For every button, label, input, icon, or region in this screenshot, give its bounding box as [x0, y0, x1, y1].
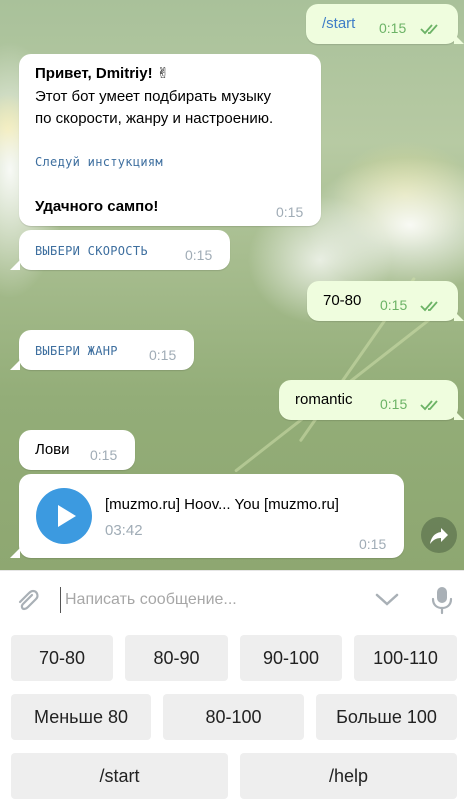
- message-input[interactable]: [60, 587, 360, 613]
- keyboard-button-100-110[interactable]: 100-110: [354, 635, 457, 681]
- message-time: 0:15: [90, 447, 118, 463]
- instruction-text: Следуй инстукциям: [35, 155, 163, 169]
- play-icon: [58, 505, 76, 527]
- message-time: 0:15: [380, 396, 408, 412]
- message-text: ВЫБЕРИ ЖАНР: [35, 344, 118, 358]
- message-text: romantic: [295, 391, 353, 408]
- message-input-bar: [0, 570, 464, 628]
- incoming-message[interactable]: Привет, Dmitriy! ✌ Этот бот умеет подбир…: [19, 54, 321, 226]
- greeting-text: Привет, Dmitriy! ✌: [35, 65, 170, 82]
- keyboard-button-80-100[interactable]: 80-100: [163, 694, 304, 740]
- chevron-down-icon[interactable]: [374, 591, 400, 609]
- message-text: Этот бот умеет подбирать музыку: [35, 88, 271, 105]
- chat-area[interactable]: /start 0:15 Привет, Dmitriy! ✌ Этот бот …: [0, 0, 464, 570]
- bubble-tail: [10, 260, 20, 270]
- keyboard-button-70-80[interactable]: 70-80: [11, 635, 113, 681]
- keyboard-button-80-90[interactable]: 80-90: [125, 635, 228, 681]
- incoming-message[interactable]: ВЫБЕРИ ЖАНР 0:15: [19, 330, 194, 370]
- double-check-icon: [420, 24, 438, 35]
- keyboard-button-start[interactable]: /start: [11, 753, 228, 799]
- message-text: 70-80: [323, 292, 362, 309]
- outgoing-message[interactable]: 70-80 0:15: [307, 281, 458, 321]
- reply-keyboard: 70-80 80-90 90-100 100-110 Меньше 80 80-…: [0, 628, 464, 807]
- play-button[interactable]: [36, 488, 92, 544]
- message-time: 0:15: [276, 204, 304, 220]
- bubble-tail: [454, 311, 464, 321]
- double-check-icon: [420, 400, 438, 411]
- outgoing-message[interactable]: romantic 0:15: [279, 380, 458, 420]
- share-button[interactable]: [421, 517, 457, 553]
- message-time: 0:15: [379, 20, 407, 36]
- keyboard-button-more-100[interactable]: Больше 100: [316, 694, 457, 740]
- microphone-icon[interactable]: [430, 585, 454, 615]
- outgoing-message[interactable]: /start 0:15: [306, 4, 458, 44]
- message-time: 0:15: [380, 297, 408, 313]
- audio-duration: 03:42: [105, 522, 143, 539]
- paperclip-icon[interactable]: [14, 587, 42, 615]
- message-time: 0:15: [359, 536, 387, 552]
- message-time: 0:15: [149, 347, 177, 363]
- bubble-tail: [10, 360, 20, 370]
- audio-title: [muzmo.ru] Hoov... You [muzmo.ru]: [105, 496, 339, 513]
- double-check-icon: [420, 301, 438, 312]
- message-text: Лови: [35, 441, 70, 458]
- incoming-message[interactable]: ВЫБЕРИ СКОРОСТЬ 0:15: [19, 230, 230, 270]
- bubble-tail: [10, 548, 20, 558]
- incoming-message[interactable]: Лови 0:15: [19, 430, 135, 470]
- bubble-tail: [454, 410, 464, 420]
- message-time: 0:15: [185, 247, 213, 263]
- message-text: ВЫБЕРИ СКОРОСТЬ: [35, 244, 148, 258]
- message-text: Удачного сампо!: [35, 198, 159, 215]
- bubble-tail: [454, 34, 464, 44]
- message-text: по скорости, жанру и настроению.: [35, 110, 274, 127]
- message-text[interactable]: /start: [322, 13, 355, 35]
- audio-message[interactable]: [muzmo.ru] Hoov... You [muzmo.ru] 03:42 …: [19, 474, 404, 558]
- keyboard-button-less-80[interactable]: Меньше 80: [11, 694, 151, 740]
- keyboard-button-90-100[interactable]: 90-100: [240, 635, 342, 681]
- share-icon: [430, 528, 448, 544]
- keyboard-button-help[interactable]: /help: [240, 753, 457, 799]
